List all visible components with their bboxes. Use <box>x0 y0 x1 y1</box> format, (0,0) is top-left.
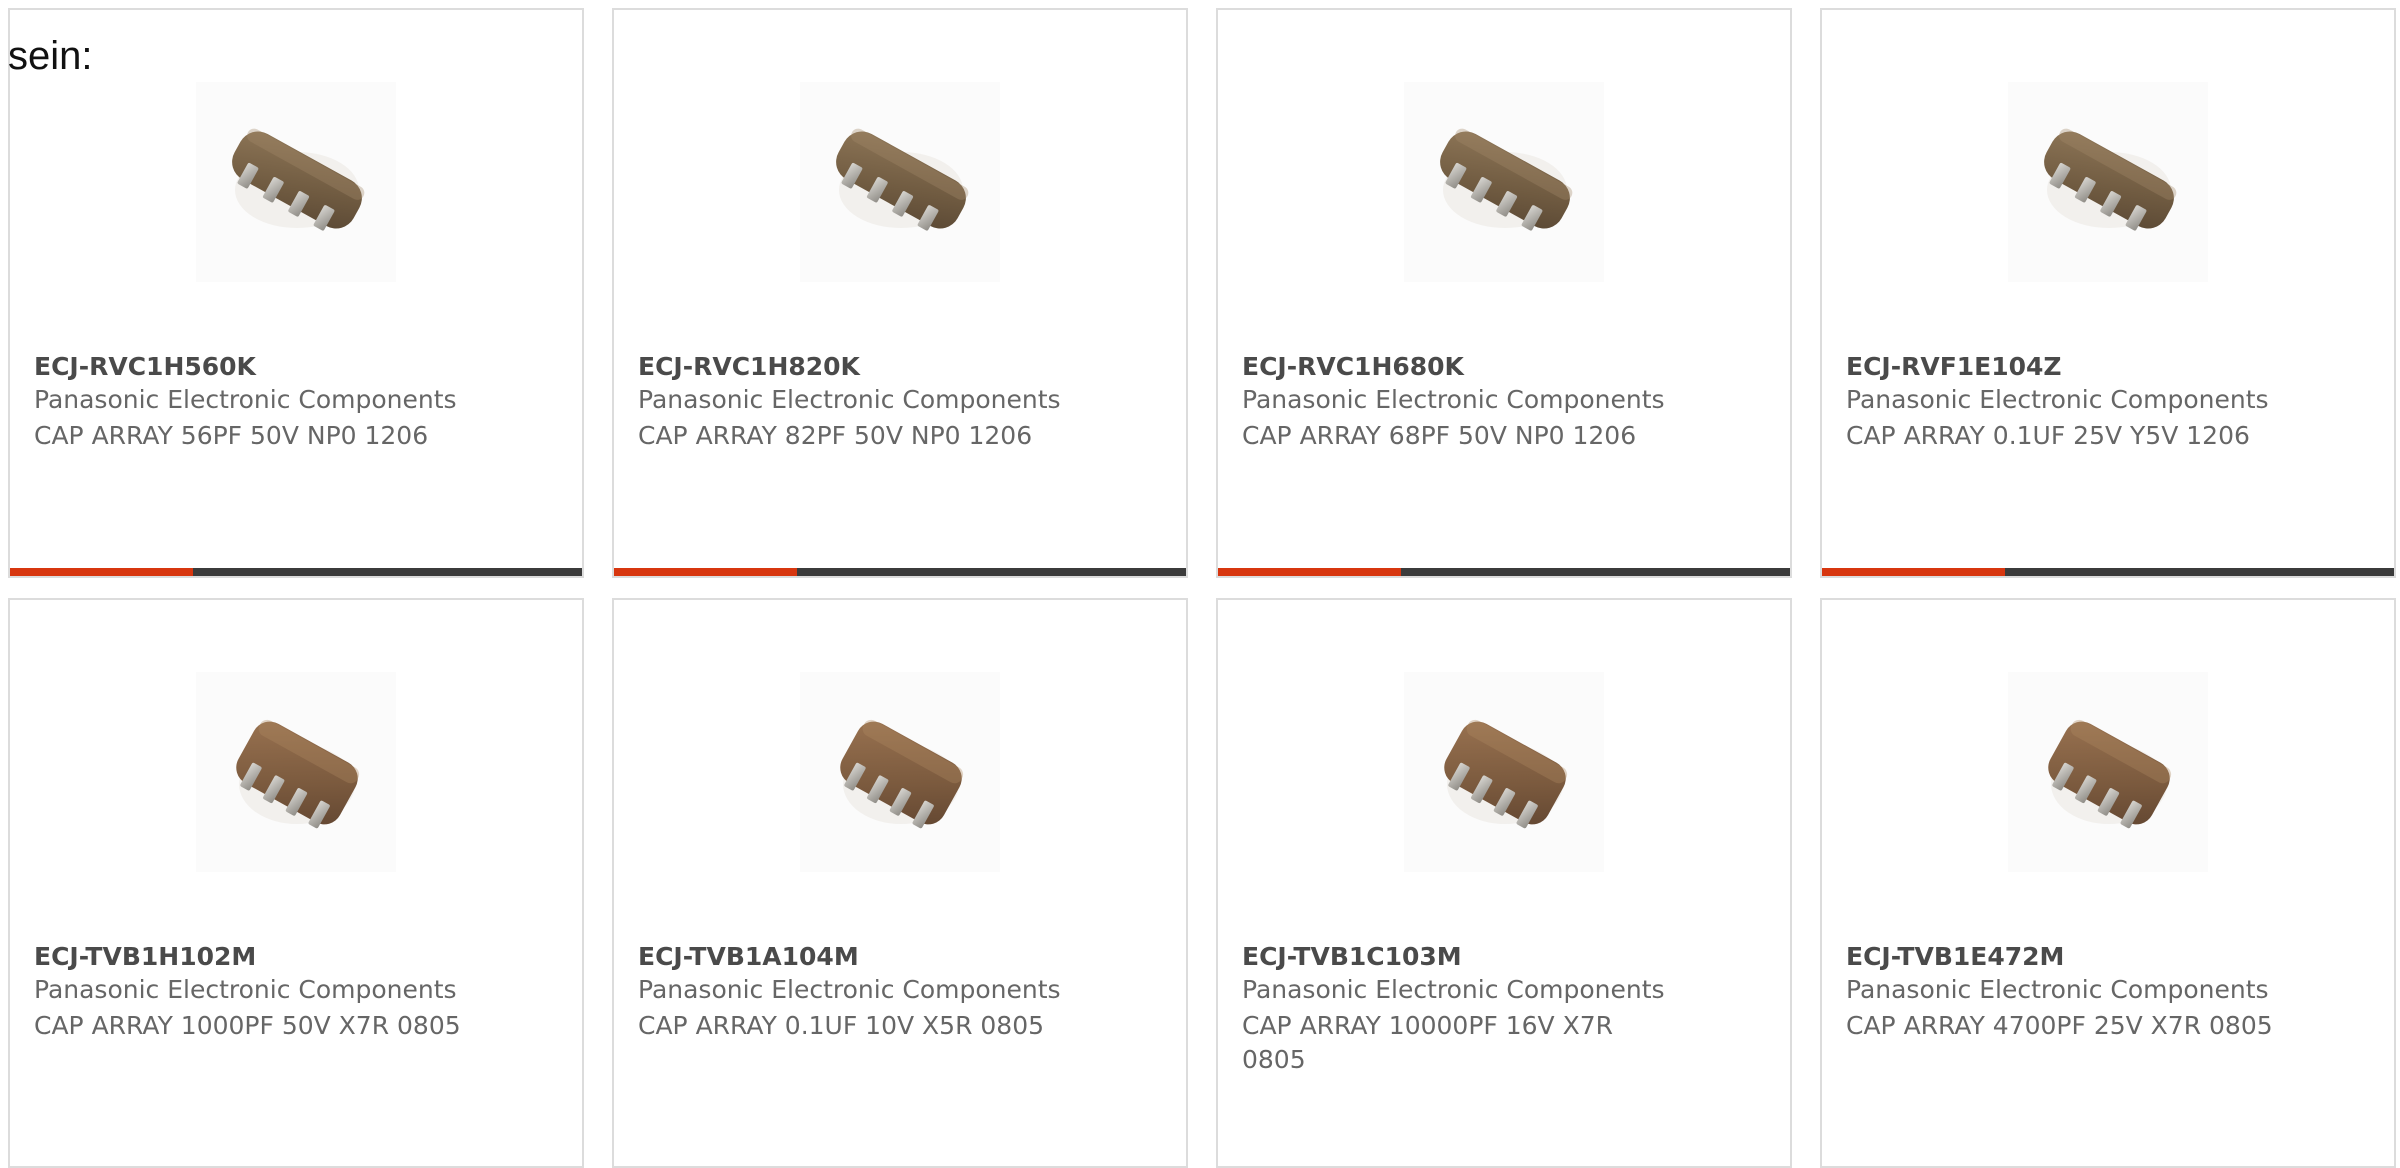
part-number[interactable]: ECJ-TVB1H102M <box>34 942 256 971</box>
progress-fill <box>10 568 194 576</box>
capacitor-array-icon <box>2048 719 2172 829</box>
part-number[interactable]: ECJ-RVC1H680K <box>1242 352 1464 381</box>
part-number[interactable]: ECJ-RVF1E104Z <box>1846 352 2062 381</box>
product-card[interactable]: ECJ-RVC1H820K Panasonic Electronic Compo… <box>612 8 1188 578</box>
capacitor-array-icon <box>840 719 964 829</box>
intro-text: sein: <box>8 34 93 78</box>
progress-bar <box>10 568 582 576</box>
product-card[interactable]: ECJ-RVC1H560K Panasonic Electronic Compo… <box>8 8 584 578</box>
product-card[interactable]: ECJ-RVF1E104Z Panasonic Electronic Compo… <box>1820 8 2396 578</box>
manufacturer-name: Panasonic Electronic Components <box>1846 975 2269 1004</box>
product-card[interactable]: ECJ-TVB1A104M Panasonic Electronic Compo… <box>612 598 1188 1168</box>
product-description: CAP ARRAY 1000PF 50V X7R 0805 <box>34 1011 461 1040</box>
capacitor-array-icon <box>236 719 360 829</box>
product-image[interactable] <box>800 82 1000 282</box>
product-card[interactable]: ECJ-TVB1H102M Panasonic Electronic Compo… <box>8 598 584 1168</box>
progress-fill <box>1218 568 1402 576</box>
manufacturer-name: Panasonic Electronic Components <box>638 385 1061 414</box>
manufacturer-name: Panasonic Electronic Components <box>1242 975 1665 1004</box>
product-card[interactable]: ECJ-RVC1H680K Panasonic Electronic Compo… <box>1216 8 1792 578</box>
manufacturer-name: Panasonic Electronic Components <box>638 975 1061 1004</box>
product-image[interactable] <box>1404 82 1604 282</box>
product-description: CAP ARRAY 68PF 50V NP0 1206 <box>1242 421 1637 450</box>
product-image[interactable] <box>2008 672 2208 872</box>
product-grid: ECJ-RVC1H560K Panasonic Electronic Compo… <box>0 0 2400 1168</box>
product-description: CAP ARRAY 4700PF 25V X7R 0805 <box>1846 1011 2273 1040</box>
product-image[interactable] <box>800 672 1000 872</box>
product-image[interactable] <box>2008 82 2208 282</box>
part-number[interactable]: ECJ-RVC1H560K <box>34 352 256 381</box>
part-number[interactable]: ECJ-TVB1A104M <box>638 942 859 971</box>
manufacturer-name: Panasonic Electronic Components <box>34 975 457 1004</box>
part-number[interactable]: ECJ-TVB1E472M <box>1846 942 2064 971</box>
progress-bar <box>614 568 1186 576</box>
product-description: CAP ARRAY 10000PF 16V X7R 0805 <box>1242 1011 1613 1074</box>
product-description: CAP ARRAY 56PF 50V NP0 1206 <box>34 421 429 450</box>
product-description: CAP ARRAY 82PF 50V NP0 1206 <box>638 421 1033 450</box>
product-card[interactable]: ECJ-TVB1E472M Panasonic Electronic Compo… <box>1820 598 2396 1168</box>
capacitor-array-icon <box>836 128 969 231</box>
part-number[interactable]: ECJ-RVC1H820K <box>638 352 860 381</box>
capacitor-array-icon <box>232 128 365 231</box>
product-image[interactable] <box>196 672 396 872</box>
product-description: CAP ARRAY 0.1UF 10V X5R 0805 <box>638 1011 1045 1040</box>
capacitor-array-icon <box>1444 719 1568 829</box>
part-number[interactable]: ECJ-TVB1C103M <box>1242 942 1462 971</box>
progress-bar <box>1218 568 1790 576</box>
manufacturer-name: Panasonic Electronic Components <box>1242 385 1665 414</box>
manufacturer-name: Panasonic Electronic Components <box>1846 385 2269 414</box>
capacitor-array-icon <box>2044 128 2177 231</box>
capacitor-array-icon <box>1440 128 1573 231</box>
product-description: CAP ARRAY 0.1UF 25V Y5V 1206 <box>1846 421 2250 450</box>
progress-fill <box>1822 568 2006 576</box>
product-card[interactable]: ECJ-TVB1C103M Panasonic Electronic Compo… <box>1216 598 1792 1168</box>
progress-bar <box>1822 568 2394 576</box>
progress-fill <box>614 568 798 576</box>
product-image[interactable] <box>1404 672 1604 872</box>
manufacturer-name: Panasonic Electronic Components <box>34 385 457 414</box>
product-image[interactable] <box>196 82 396 282</box>
